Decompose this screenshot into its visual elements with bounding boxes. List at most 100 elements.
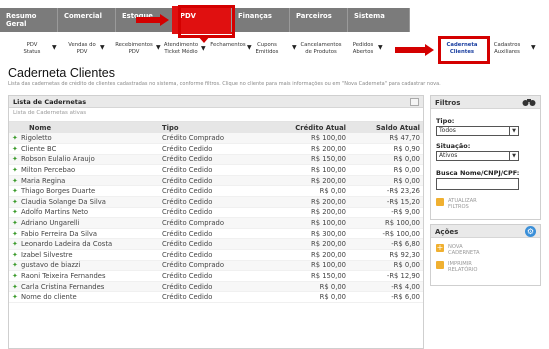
cell-nome[interactable]: ✦ Adolfo Martins Neto: [9, 207, 159, 219]
table-row[interactable]: ✦ Carla Cristina Fernandes Crédito Cedido R…: [9, 281, 423, 293]
tipo-select[interactable]: Todos ▼: [436, 126, 519, 136]
cell-nome[interactable]: ✦ Leonardo Ladeira da Costa: [9, 238, 159, 251]
table-row[interactable]: ✦ Thiago Borges Duarte Crédito Cedido R$ 0,…: [9, 185, 423, 198]
cell-saldo: -R$ 9,00: [349, 207, 423, 219]
table-row[interactable]: ✦ Milton Percebao Crédito Cedido R$ 100,00 R…: [9, 164, 423, 176]
cell-credito: R$ 150,00: [269, 270, 349, 282]
cliente-nome[interactable]: gustavo de biazzi: [21, 261, 80, 269]
cell-nome[interactable]: ✦ Rigoletto: [9, 133, 159, 145]
chevron-down-icon[interactable]: ▼: [378, 44, 383, 51]
table-row[interactable]: ✦ Leonardo Ladeira da Costa Crédito Cedido…: [9, 238, 423, 251]
imprimir-relatorio-button[interactable]: IMPRIMIR RELATÓRIO: [436, 261, 535, 273]
table-row[interactable]: ✦ Fabio Ferreira Da Silva Crédito Cedido R$…: [9, 228, 423, 240]
cell-nome[interactable]: ✦ Cliente BC: [9, 143, 159, 155]
subnav-fechamentos[interactable]: Fechamentos: [208, 42, 248, 49]
cell-credito: R$ 300,00: [269, 228, 349, 240]
table-row[interactable]: ✦ Rigoletto Crédito Comprado R$ 100,00 R$ 47…: [9, 133, 423, 145]
cliente-nome[interactable]: Adriano Ungarelli: [21, 219, 80, 227]
update-filters-button[interactable]: ATUALIZAR FILTROS: [436, 198, 535, 210]
cell-nome[interactable]: ✦ Milton Percebao: [9, 164, 159, 176]
cell-tipo: Crédito Cedido: [159, 164, 269, 176]
update-filters-label: ATUALIZAR FILTROS: [448, 198, 477, 210]
chevron-down-icon[interactable]: ▼: [292, 44, 297, 51]
tab-financas[interactable]: Finanças: [232, 8, 290, 32]
subnav-cupons[interactable]: Cupons Emitidos: [254, 42, 280, 55]
subnav-atendimento[interactable]: Atendimento Ticket Médio: [162, 42, 200, 55]
cell-nome[interactable]: ✦ Thiago Borges Duarte: [9, 185, 159, 198]
cell-credito: R$ 200,00: [269, 207, 349, 219]
panel-subtitle: Lista de Cadernetas ativas: [9, 108, 423, 122]
table-row[interactable]: ✦ gustavo de biazzi Crédito Comprado R$ 100…: [9, 260, 423, 272]
cliente-nome[interactable]: Carla Cristina Fernandes: [21, 283, 104, 291]
leaf-icon: ✦: [12, 134, 18, 143]
tab-sistema[interactable]: Sistema: [348, 8, 410, 32]
subnav-vendas-pdv[interactable]: Vendas do PDV: [66, 42, 98, 55]
tab-resumo-geral[interactable]: Resumo Geral: [0, 8, 58, 32]
cell-credito: R$ 0,00: [269, 281, 349, 293]
table-row[interactable]: ✦ Claudia Solange Da Silva Crédito Cedido R…: [9, 196, 423, 208]
subnav-cancelamentos[interactable]: Cancelamentos de Produtos: [300, 42, 342, 55]
chevron-down-icon[interactable]: ▼: [201, 45, 206, 52]
cell-nome[interactable]: ✦ Carla Cristina Fernandes: [9, 281, 159, 293]
cliente-nome[interactable]: Milton Percebao: [21, 166, 75, 174]
leaf-icon: ✦: [12, 176, 18, 185]
cadernetas-table: Nome Tipo Crédito Atual Saldo Atual ✦ Rig…: [9, 122, 423, 303]
table-row[interactable]: ✦ Cliente BC Crédito Cedido R$ 200,00 R$ 0,9…: [9, 143, 423, 155]
chevron-down-icon[interactable]: ▼: [509, 152, 518, 160]
table-row[interactable]: ✦ Izabel Silvestre Crédito Cedido R$ 200,00…: [9, 249, 423, 261]
cell-nome[interactable]: ✦ Maria Regina: [9, 175, 159, 187]
table-row[interactable]: ✦ Adriano Ungarelli Crédito Comprado R$ 100…: [9, 217, 423, 229]
filters-header: Filtros: [431, 96, 540, 109]
chevron-down-icon[interactable]: ▼: [531, 44, 536, 51]
cliente-nome[interactable]: Maria Regina: [21, 177, 65, 185]
cliente-nome[interactable]: Thiago Borges Duarte: [21, 187, 95, 195]
cell-nome[interactable]: ✦ Fabio Ferreira Da Silva: [9, 228, 159, 240]
cliente-nome[interactable]: Rigoletto: [21, 134, 52, 142]
table-row[interactable]: ✦ Robson Eulalio Araujo Crédito Cedido R$ 1…: [9, 154, 423, 166]
cliente-nome[interactable]: Robson Eulalio Araujo: [21, 155, 95, 163]
subnav-cadastros[interactable]: Cadastros Auxiliares: [490, 42, 524, 55]
cell-nome[interactable]: ✦ gustavo de biazzi: [9, 260, 159, 272]
subnav-pedidos[interactable]: Pedidos Abertos: [350, 42, 376, 55]
cell-credito: R$ 100,00: [269, 164, 349, 176]
cell-nome[interactable]: ✦ Adriano Ungarelli: [9, 217, 159, 229]
cell-credito: R$ 100,00: [269, 133, 349, 145]
cliente-nome[interactable]: Raoni Teixeira Fernandes: [21, 272, 106, 280]
subnav-pdv-status[interactable]: PDV Status: [20, 42, 44, 55]
subnav-recebimentos[interactable]: Recebimentos PDV: [112, 42, 156, 55]
panel-header: Lista de Cadernetas: [9, 96, 423, 108]
cell-tipo: Crédito Comprado: [159, 260, 269, 272]
cliente-nome[interactable]: Nome do cliente: [21, 293, 77, 301]
cell-credito: R$ 200,00: [269, 175, 349, 187]
table-row[interactable]: ✦ Raoni Teixeira Fernandes Crédito Cedido R…: [9, 270, 423, 282]
cell-tipo: Crédito Cedido: [159, 185, 269, 198]
tab-comercial[interactable]: Comercial: [58, 8, 116, 32]
chevron-down-icon[interactable]: ▼: [52, 44, 57, 51]
chevron-down-icon[interactable]: ▼: [100, 44, 105, 51]
cell-tipo: Crédito Cedido: [159, 143, 269, 155]
binoculars-icon: [522, 99, 536, 106]
nova-caderneta-button[interactable]: + NOVA CADERNETA: [436, 244, 535, 256]
chevron-down-icon[interactable]: ▼: [247, 44, 252, 51]
busca-input[interactable]: [436, 178, 519, 190]
list-options-icon[interactable]: [410, 98, 419, 106]
cell-nome[interactable]: ✦ Robson Eulalio Araujo: [9, 154, 159, 166]
table-row[interactable]: ✦ Nome do cliente Crédito Cedido R$ 0,00 -R$…: [9, 291, 423, 303]
cell-nome[interactable]: ✦ Izabel Silvestre: [9, 249, 159, 261]
cell-nome[interactable]: ✦ Claudia Solange Da Silva: [9, 196, 159, 208]
cliente-nome[interactable]: Claudia Solange Da Silva: [21, 198, 106, 206]
cell-nome[interactable]: ✦ Raoni Teixeira Fernandes: [9, 270, 159, 282]
cliente-nome[interactable]: Cliente BC: [21, 145, 56, 153]
chevron-down-icon[interactable]: ▼: [509, 127, 518, 135]
cell-nome[interactable]: ✦ Nome do cliente: [9, 291, 159, 303]
cliente-nome[interactable]: Izabel Silvestre: [21, 251, 73, 259]
cliente-nome[interactable]: Leonardo Ladeira da Costa: [21, 240, 112, 248]
col-nome: Nome: [9, 122, 159, 133]
table-row[interactable]: ✦ Maria Regina Crédito Cedido R$ 200,00 R$ 0…: [9, 175, 423, 187]
tab-parceiros[interactable]: Parceiros: [290, 8, 348, 32]
cliente-nome[interactable]: Fabio Ferreira Da Silva: [21, 230, 97, 238]
table-row[interactable]: ✦ Adolfo Martins Neto Crédito Cedido R$ 200…: [9, 207, 423, 219]
chevron-down-icon[interactable]: ▼: [156, 44, 161, 51]
cliente-nome[interactable]: Adolfo Martins Neto: [21, 208, 88, 216]
situacao-select[interactable]: Ativos ▼: [436, 151, 519, 161]
